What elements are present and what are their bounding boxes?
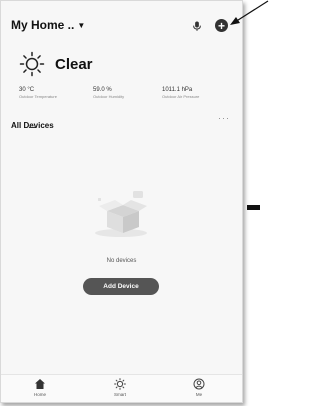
stat-temperature: 30 °C Outdoor Temperature xyxy=(19,87,57,99)
tab-home[interactable]: Home xyxy=(20,378,60,397)
stat-value: 1011.1 hPa xyxy=(162,87,193,93)
home-icon xyxy=(35,379,45,389)
tab-label: Smart xyxy=(113,392,126,397)
all-devices-header: All Devices ··· xyxy=(11,113,232,130)
home-selector[interactable]: My Home .. ▼ xyxy=(11,18,85,32)
more-options-icon[interactable]: ··· xyxy=(218,113,230,123)
plus-circle-icon: + xyxy=(217,18,225,33)
smart-sun-icon xyxy=(114,378,126,390)
stat-value: 59.0 % xyxy=(93,87,112,93)
stat-label: Outdoor Humidity xyxy=(93,94,125,99)
empty-box-illustration xyxy=(95,191,147,237)
empty-state-text: No devices xyxy=(106,258,137,264)
stat-label: Outdoor Air Pressure xyxy=(162,94,200,99)
add-device-button[interactable]: Add Device xyxy=(83,278,159,295)
weather-condition: Clear xyxy=(55,55,93,73)
tab-label: Home xyxy=(33,392,46,397)
stat-label: Outdoor Temperature xyxy=(19,94,57,99)
sun-icon xyxy=(19,51,45,77)
tab-all-devices[interactable]: All Devices xyxy=(11,121,54,130)
tab-me[interactable]: Me xyxy=(179,378,219,397)
bottom-tab-bar: Home Smart Me xyxy=(1,374,242,402)
chevron-down-icon: ▼ xyxy=(77,20,86,30)
profile-icon xyxy=(193,378,205,390)
weather-summary: Clear xyxy=(19,51,93,77)
tab-label: Me xyxy=(195,392,203,397)
callout-marker xyxy=(247,205,260,210)
stat-value: 30 °C xyxy=(19,87,35,93)
home-name: My Home .. xyxy=(11,18,75,32)
top-bar: My Home .. ▼ + xyxy=(11,18,232,36)
active-tab-indicator xyxy=(29,127,35,128)
pointer-arrow-icon xyxy=(230,0,269,25)
mic-icon[interactable] xyxy=(189,18,205,34)
tab-smart[interactable]: Smart xyxy=(100,378,140,397)
stat-humidity: 59.0 % Outdoor Humidity xyxy=(93,87,124,99)
phone-screen: My Home .. ▼ + Clear 30 °C Outdoor Tempe… xyxy=(0,0,243,403)
stat-pressure: 1011.1 hPa Outdoor Air Pressure xyxy=(162,87,199,99)
